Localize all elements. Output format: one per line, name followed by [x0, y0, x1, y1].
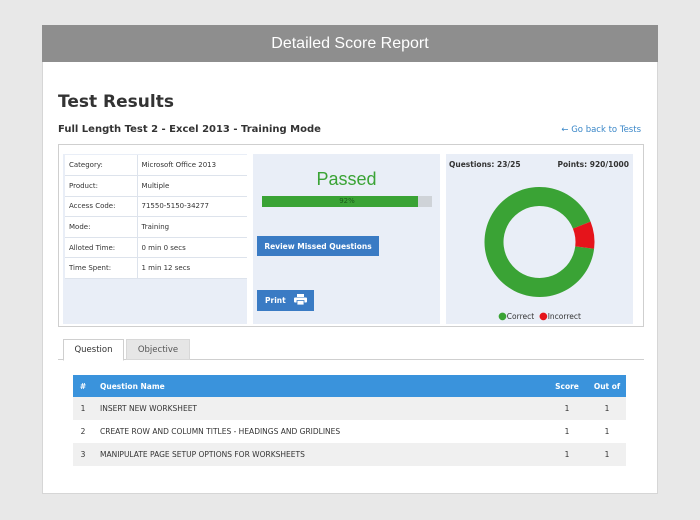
report-card: Test Results Full Length Test 2 - Excel …	[42, 62, 658, 494]
legend-correct: Correct	[506, 312, 535, 321]
status-panel: Passed 92% Review Missed Questions Print	[253, 154, 440, 324]
printer-icon	[293, 294, 307, 307]
row-num: 2	[80, 427, 86, 436]
progress-label: 92%	[339, 197, 355, 205]
table-row: 1 INSERT NEW WORKSHEET 1 1	[73, 397, 626, 420]
pass-status: Passed	[316, 169, 377, 189]
header-question-name: Question Name	[93, 375, 546, 397]
points-count: Points: 920/1000	[557, 160, 630, 169]
page-title: Test Results	[58, 92, 174, 112]
report-banner: Detailed Score Report	[42, 25, 658, 62]
print-label: Print	[265, 296, 286, 305]
header-score: Score	[546, 375, 588, 397]
incorrect-legend-dot: ●	[538, 311, 548, 322]
row-score: 1	[564, 427, 570, 436]
info-key: Alloted Time:	[65, 237, 138, 259]
table-row: 3 MANIPULATE PAGE SETUP OPTIONS FOR WORK…	[73, 443, 626, 466]
row-question-name: CREATE ROW AND COLUMN TITLES - HEADINGS …	[100, 427, 341, 436]
tab-objective[interactable]: Objective	[126, 339, 190, 360]
info-value: 0 min 0 secs	[137, 237, 247, 259]
row-score: 1	[546, 443, 588, 466]
row-num: 3	[73, 443, 93, 466]
question-table: # Question Name Score Out of 1 INSERT NE…	[73, 375, 626, 466]
info-value: 71550-5150-34277	[137, 196, 247, 218]
info-row: Category: Microsoft Office 2013	[65, 155, 247, 177]
score-progress-bar: 92%	[262, 196, 432, 207]
row-num: 1	[73, 397, 93, 420]
row-out-of: 1	[588, 443, 626, 466]
score-donut-chart	[484, 187, 595, 297]
header-num: #	[73, 375, 93, 397]
info-row: Product: Multiple	[65, 175, 247, 197]
result-tabs: Question Objective	[58, 339, 644, 361]
info-row: Time Spent: 1 min 12 secs	[65, 257, 247, 280]
review-missed-button[interactable]: Review Missed Questions	[257, 236, 379, 256]
info-row: Alloted Time: 0 min 0 secs	[65, 237, 247, 259]
info-row: Mode: Training	[65, 216, 247, 238]
info-key: Time Spent:	[65, 257, 138, 280]
table-header-row: # Question Name Score Out of	[73, 375, 626, 397]
chart-legend: ●Correct ●Incorrect	[446, 311, 633, 322]
info-key: Access Code:	[65, 196, 138, 218]
info-value: Multiple	[137, 175, 247, 197]
table-row: 2 CREATE ROW AND COLUMN TITLES - HEADING…	[73, 420, 626, 443]
info-value: Training	[137, 216, 247, 238]
banner-title: Detailed Score Report	[271, 34, 429, 52]
row-question-name: INSERT NEW WORKSHEET	[93, 397, 546, 420]
row-out-of: 1	[588, 397, 626, 420]
info-key: Product:	[65, 175, 138, 197]
info-key: Category:	[65, 155, 138, 177]
info-key: Mode:	[65, 216, 138, 238]
row-score: 1	[546, 397, 588, 420]
back-to-tests-link[interactable]: ← Go back to Tests	[561, 125, 641, 135]
chart-panel: Questions: 23/25 Points: 920/1000 ●Corre…	[446, 154, 633, 324]
row-question-name: MANIPULATE PAGE SETUP OPTIONS FOR WORKSH…	[93, 443, 546, 466]
questions-count: Questions: 23/25	[449, 160, 521, 169]
info-value: Microsoft Office 2013	[137, 155, 247, 177]
info-value: 1 min 12 secs	[137, 257, 247, 280]
tab-question[interactable]: Question	[63, 339, 124, 361]
print-button[interactable]: Print	[257, 290, 314, 311]
row-out-of: 1	[604, 427, 610, 436]
info-table: Category: Microsoft Office 2013 Product: M…	[65, 155, 247, 280]
legend-incorrect: Incorrect	[547, 312, 581, 321]
header-out-of: Out of	[588, 375, 626, 397]
info-panel: Category: Microsoft Office 2013 Product: M…	[63, 154, 247, 324]
correct-legend-dot: ●	[498, 311, 507, 322]
info-row: Access Code: 71550-5150-34277	[65, 196, 247, 218]
summary-box: Category: Microsoft Office 2013 Product: M…	[58, 144, 644, 327]
test-subtitle: Full Length Test 2 - Excel 2013 - Traini…	[58, 124, 321, 135]
